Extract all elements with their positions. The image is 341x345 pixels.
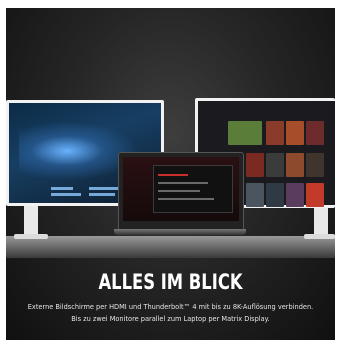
software-window	[153, 165, 233, 213]
game-tile	[266, 183, 284, 207]
hud-element	[51, 193, 81, 196]
game-tile	[228, 121, 262, 145]
product-image-setup	[6, 8, 335, 258]
product-banner: ALLES IM BLICK Externe Bildschirme per H…	[6, 8, 335, 340]
game-tile	[246, 183, 264, 207]
hud-element	[51, 187, 73, 190]
monitor-right-foot	[304, 234, 335, 239]
laptop	[118, 152, 244, 232]
game-tile	[266, 153, 284, 177]
laptop-base	[114, 229, 246, 235]
description-line-2: Bis zu zwei Monitore parallel zum Laptop…	[71, 315, 270, 323]
ui-row	[158, 182, 208, 184]
game-tile	[246, 153, 264, 177]
ui-row	[158, 174, 188, 176]
game-tile	[286, 121, 304, 145]
hud-element	[89, 193, 115, 196]
description-line-1: Externe Bildschirme per HDMI und Thunder…	[27, 303, 314, 311]
ui-row	[158, 190, 200, 192]
game-tile	[286, 183, 304, 207]
headline: ALLES IM BLICK	[98, 270, 243, 294]
game-tile	[286, 153, 304, 177]
ui-row	[158, 198, 214, 200]
game-tile	[306, 183, 324, 207]
game-tile	[266, 121, 284, 145]
monitor-left-foot	[14, 234, 48, 239]
desk-surface	[6, 236, 335, 258]
game-tile	[306, 153, 324, 177]
game-tile	[306, 121, 324, 145]
laptop-screen-dragon-center	[123, 157, 239, 221]
